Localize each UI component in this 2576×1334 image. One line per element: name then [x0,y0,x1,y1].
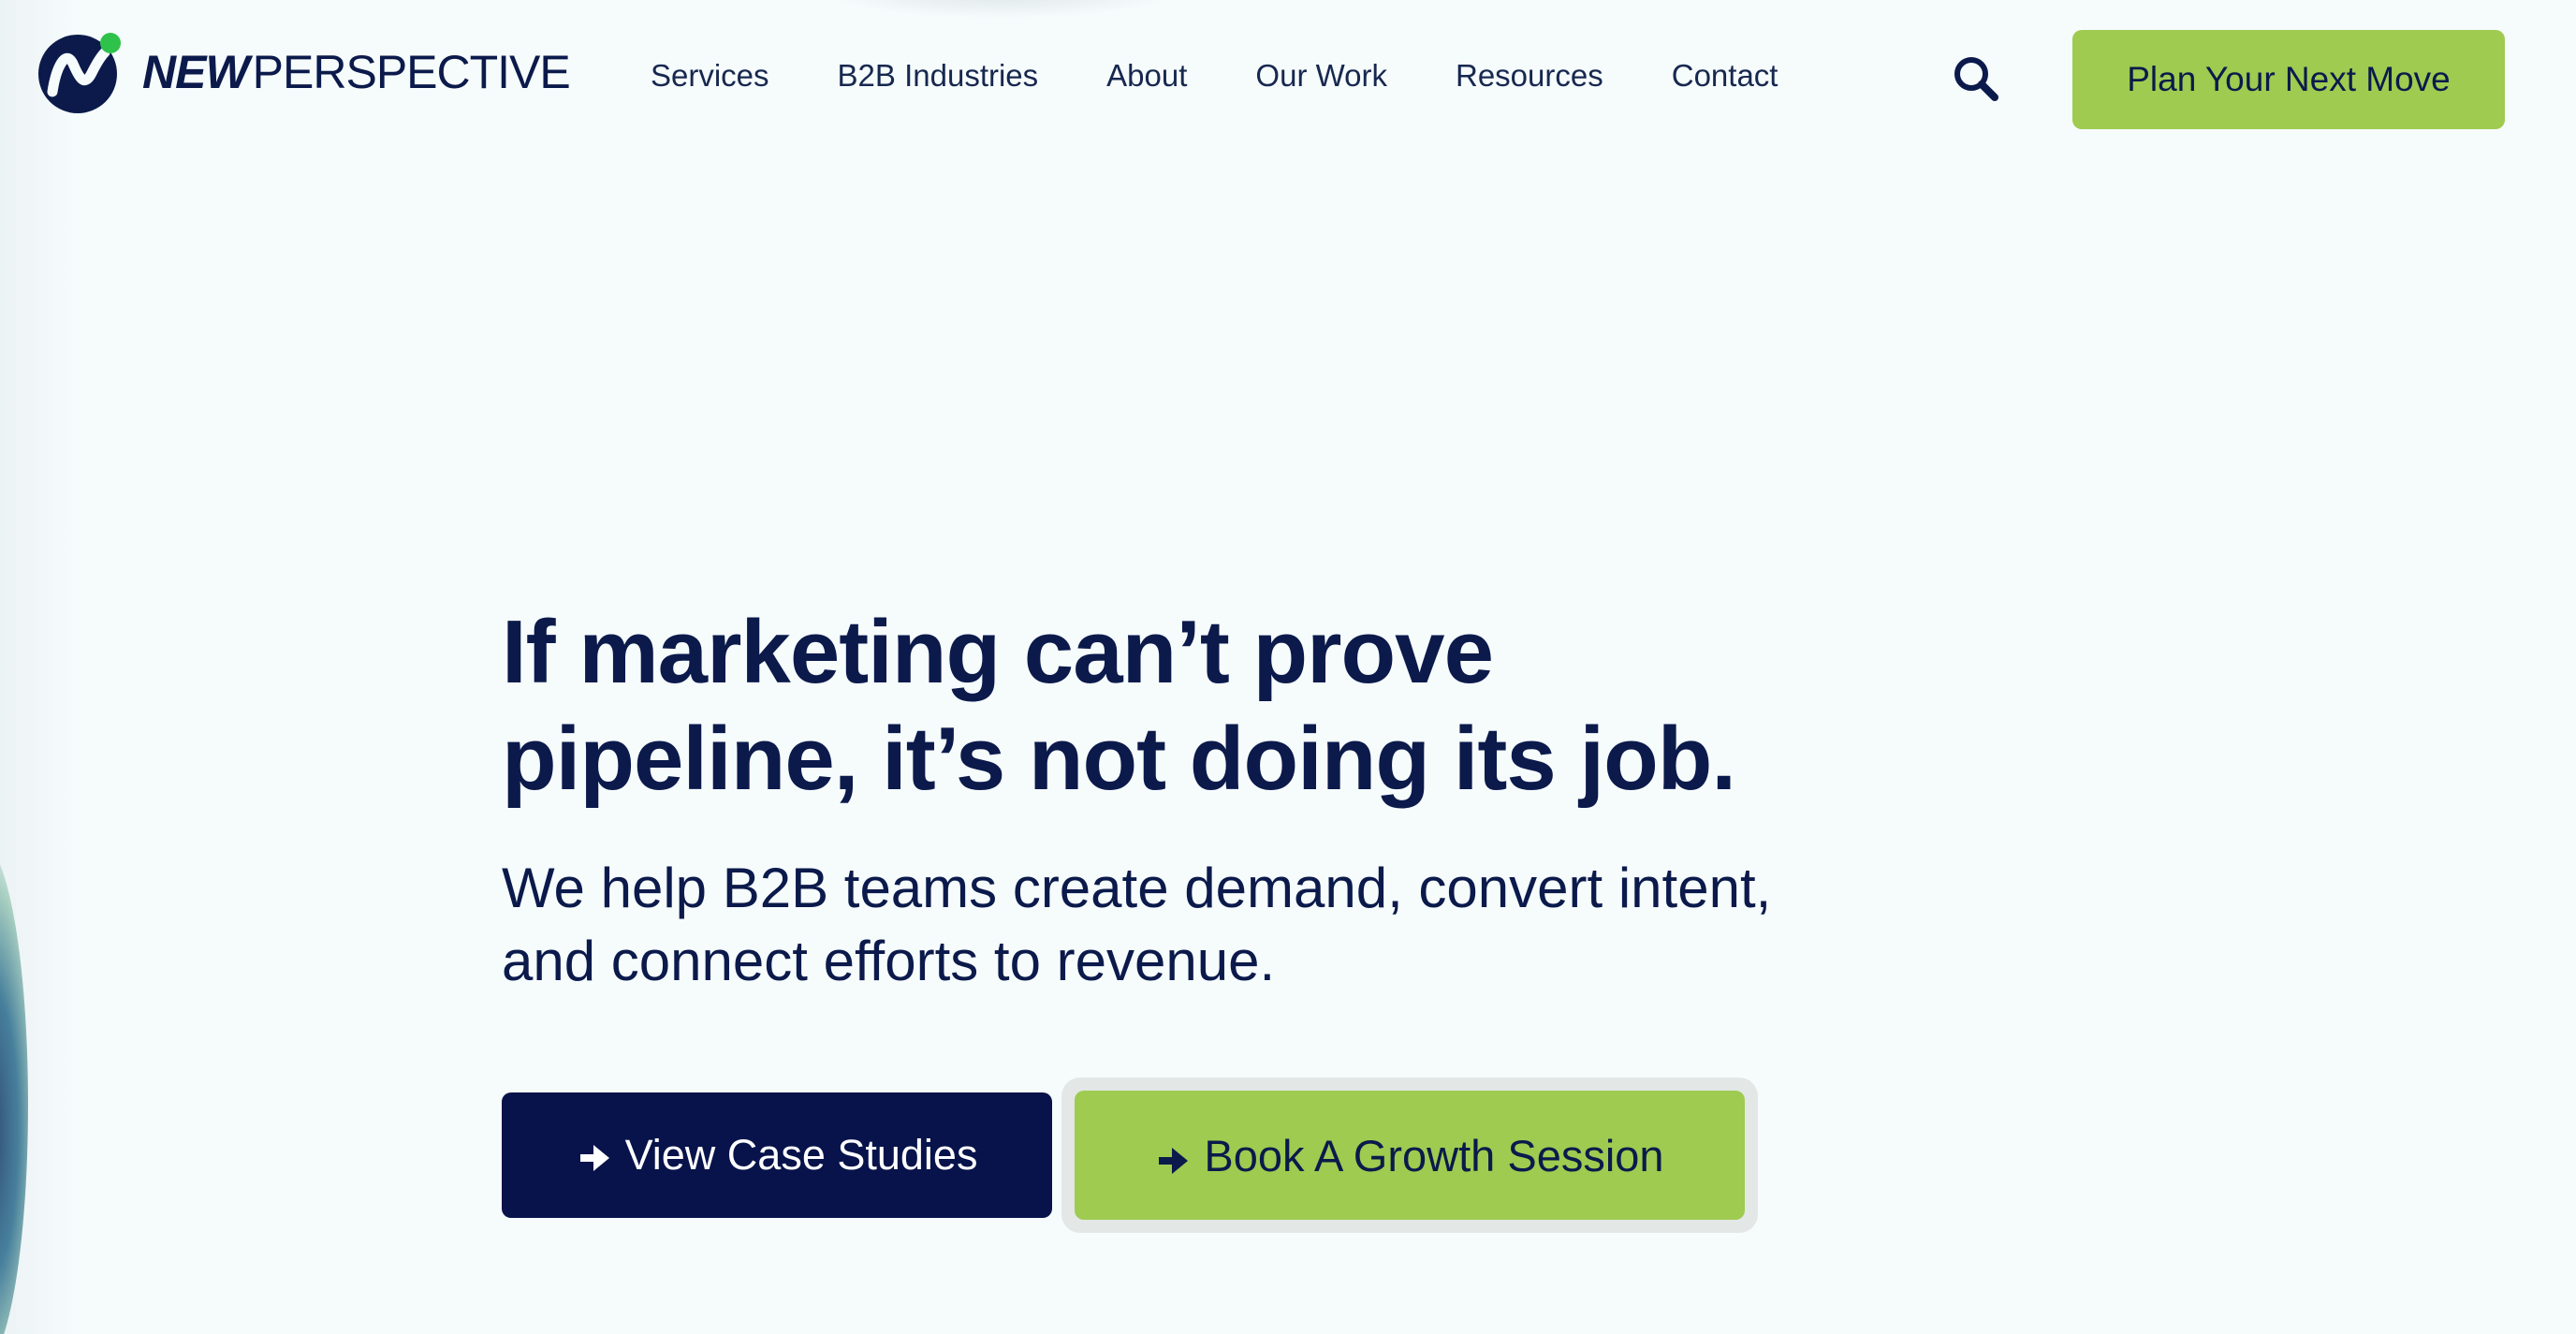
plan-next-move-button[interactable]: Plan Your Next Move [2072,30,2505,129]
logo-mark-icon [37,30,122,114]
site-header: NEW PERSPECTIVE Services B2B Industries … [0,0,2576,159]
headline-line-2: pipeline, it’s not doing its job. [502,709,1736,809]
search-icon[interactable] [1952,54,2000,103]
arrow-right-icon [1155,1137,1191,1174]
nav-item-our-work[interactable]: Our Work [1255,58,1387,94]
nav-item-b2b-industries[interactable]: B2B Industries [838,58,1039,94]
logo-text-light: PERSPECTIVE [252,46,571,98]
nav-item-resources[interactable]: Resources [1456,58,1603,94]
nav-item-about[interactable]: About [1106,58,1187,94]
headline-line-1: If marketing can’t prove [502,602,1494,702]
view-case-studies-label: View Case Studies [624,1131,978,1179]
nav-item-services[interactable]: Services [651,58,769,94]
logo[interactable]: NEW PERSPECTIVE [37,30,571,114]
logo-wordmark: NEW PERSPECTIVE [142,45,571,99]
subhead-line-1: We help B2B teams create demand, convert… [502,857,1772,919]
book-growth-session-button[interactable]: Book A Growth Session [1075,1091,1745,1220]
hero-headline: If marketing can’t prove pipeline, it’s … [502,599,1906,813]
book-growth-session-label: Book A Growth Session [1204,1130,1664,1180]
view-case-studies-button[interactable]: View Case Studies [502,1092,1052,1218]
book-session-focus-ring: Book A Growth Session [1061,1077,1758,1233]
main-nav: Services B2B Industries About Our Work R… [651,58,1846,94]
nav-item-contact[interactable]: Contact [1672,58,1778,94]
subhead-line-2: and connect efforts to revenue. [502,930,1276,992]
hero-actions: View Case Studies Book A Growth Session [502,1077,1758,1233]
hero-section: If marketing can’t prove pipeline, it’s … [502,599,1906,998]
logo-text-bold: NEW [142,46,250,98]
hero-subhead: We help B2B teams create demand, convert… [502,852,1906,998]
page: NEW PERSPECTIVE Services B2B Industries … [0,0,2576,1334]
arrow-right-icon [577,1137,612,1173]
